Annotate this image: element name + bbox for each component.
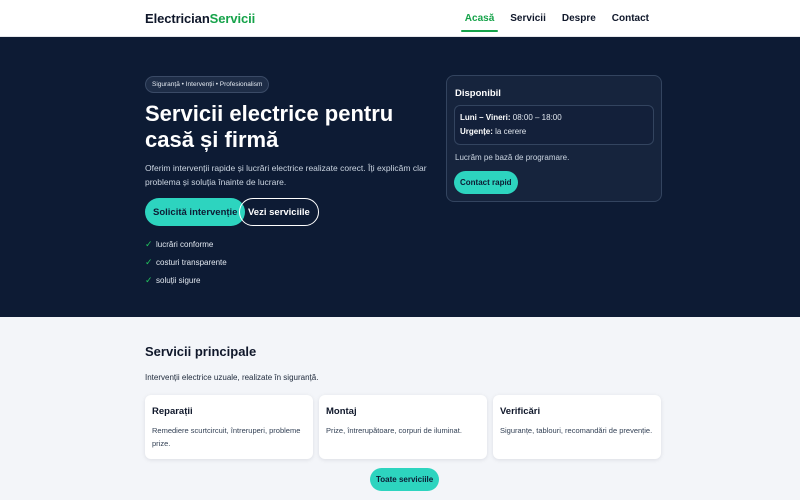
service-card-verificari[interactable]: Verificări Siguranțe, tablouri, recomand…	[493, 395, 661, 459]
site-header: ElectricianServicii Acasă Servicii Despr…	[0, 0, 800, 37]
service-card-title: Montaj	[326, 406, 357, 417]
urgent-value: la cerere	[495, 127, 527, 136]
availability-title: Disponibil	[455, 88, 501, 99]
check-item: ✓ lucrări conforme	[145, 235, 227, 253]
logo-text-accent: Servicii	[209, 11, 256, 26]
nav-link-servicii[interactable]: Servicii	[502, 0, 554, 37]
hero-badge: Siguranță • Intervenții • Profesionalism	[145, 76, 270, 93]
check-icon: ✓	[145, 274, 153, 285]
check-item: ✓ costuri transparente	[145, 253, 227, 271]
check-icon: ✓	[145, 238, 153, 249]
nav-link-acasa[interactable]: Acasă	[457, 0, 502, 37]
service-card-reparatii[interactable]: Reparații Remediere scurtcircuit, întrer…	[145, 395, 313, 459]
nav-link-despre[interactable]: Despre	[554, 0, 604, 37]
service-card-description: Prize, întrerupătoare, corpuri de ilumin…	[326, 426, 462, 435]
service-card-title: Verificări	[500, 406, 541, 417]
check-item-label: soluții sigure	[156, 275, 201, 285]
check-item-label: costuri transparente	[156, 257, 227, 267]
all-services-button[interactable]: Toate serviciile	[370, 468, 440, 491]
nav-link-contact[interactable]: Contact	[604, 0, 657, 37]
services-title: Servicii principale	[145, 344, 257, 359]
availability-card: Disponibil Luni – Vineri: 08:00 – 18:00 …	[446, 75, 662, 202]
request-intervention-button[interactable]: Solicită intervenție	[145, 198, 246, 226]
hero-title: Servicii electrice pentru casă și firmă	[145, 101, 394, 152]
schedule-row: Luni – Vineri: 08:00 – 18:00	[460, 113, 562, 122]
service-card-montaj[interactable]: Montaj Prize, întrerupătoare, corpuri de…	[319, 395, 487, 459]
logo-text-primary: Electrician	[145, 11, 210, 26]
main-nav: Acasă Servicii Despre Contact	[457, 0, 657, 37]
services-subtitle: Intervenții electrice uzuale, realizate …	[145, 373, 319, 382]
hero-check-list: ✓ lucrări conforme ✓ costuri transparent…	[145, 235, 227, 289]
hero-description: Oferim intervenții rapide și lucrări ele…	[145, 163, 427, 187]
availability-note: Lucrăm pe bază de programare.	[455, 153, 570, 162]
service-card-description: Siguranțe, tablouri, recomandări de prev…	[500, 426, 653, 435]
check-item: ✓ soluții sigure	[145, 271, 227, 289]
quick-contact-button[interactable]: Contact rapid	[454, 171, 518, 194]
check-icon: ✓	[145, 256, 153, 267]
schedule-label: Luni – Vineri:	[460, 113, 511, 122]
service-card-description: Remediere scurtcircuit, întreruperi, pro…	[152, 426, 301, 448]
site-logo[interactable]: ElectricianServicii	[145, 11, 255, 26]
schedule-value: 08:00 – 18:00	[512, 113, 562, 122]
service-card-title: Reparații	[152, 406, 193, 417]
urgent-label: Urgențe:	[460, 127, 493, 136]
check-item-label: lucrări conforme	[156, 239, 214, 249]
urgent-row: Urgențe: la cerere	[460, 127, 526, 136]
schedule-box: Luni – Vineri: 08:00 – 18:00 Urgențe: la…	[454, 105, 654, 145]
view-services-button[interactable]: Vezi serviciile	[239, 198, 319, 226]
